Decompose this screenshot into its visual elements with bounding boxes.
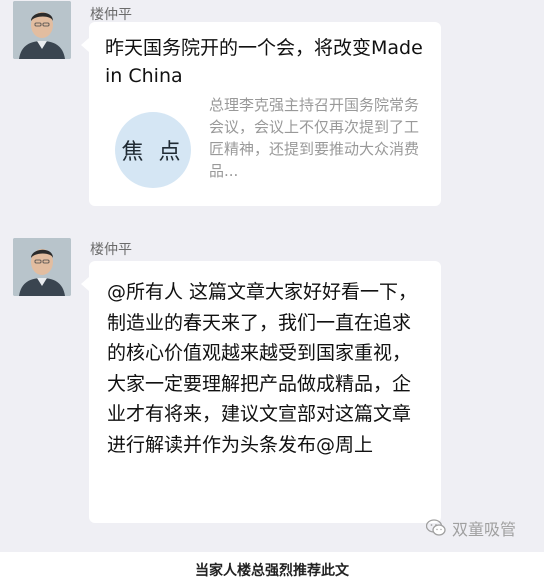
avatar-photo-icon [13, 1, 71, 59]
avatar[interactable] [13, 1, 71, 59]
sender-name: 楼仲平 [90, 7, 132, 23]
article-thumbnail: 焦 点 [115, 112, 191, 188]
watermark: 双童吸管 [426, 516, 516, 540]
article-title: 昨天国务院开的一个会，将改变Made in China [105, 37, 423, 87]
avatar[interactable] [13, 238, 71, 296]
thumbnail-text: 焦 点 [121, 140, 185, 165]
shared-article-card[interactable]: 昨天国务院开的一个会，将改变Made in China 焦 点 总理李克强主持召… [81, 22, 441, 206]
message-text: @所有人 这篇文章大家好好看一下，制造业的春天来了，我们一直在追求的核心价值观越… [107, 281, 418, 456]
chat-area: 楼仲平 昨天国务院开的一个会，将改变Made in China 焦 点 总理李克… [0, 0, 544, 552]
wechat-icon [426, 519, 446, 536]
message-bubble[interactable]: @所有人 这篇文章大家好好看一下，制造业的春天来了，我们一直在追求的核心价值观越… [81, 261, 441, 523]
image-caption: 当家人楼总强烈推荐此文 [195, 563, 349, 579]
watermark-text: 双童吸管 [452, 520, 517, 539]
avatar-photo-icon [13, 238, 71, 296]
article-description: 总理李克强主持召开国务院常务会议，会议上不仅再次提到了工匠精神，还提到要推动大众… [209, 96, 420, 180]
sender-name: 楼仲平 [90, 242, 132, 258]
